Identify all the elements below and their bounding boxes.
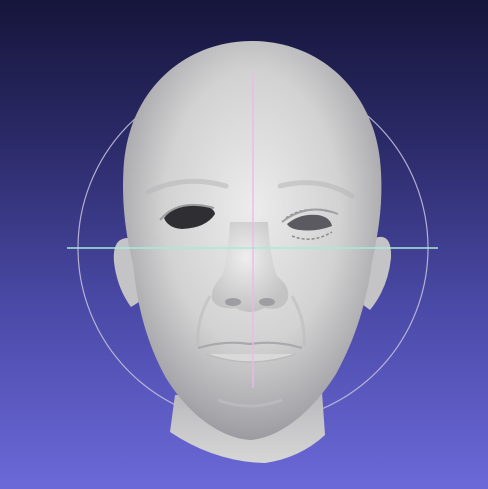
nostril-left: [225, 298, 241, 306]
3d-viewport[interactable]: [0, 0, 488, 489]
scene-canvas[interactable]: [0, 0, 488, 489]
nostril-right: [259, 298, 275, 306]
